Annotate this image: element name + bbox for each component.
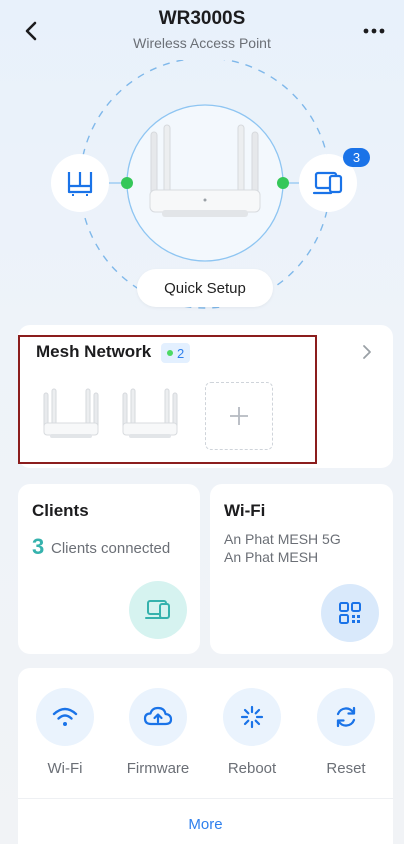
cloud-upload-icon — [143, 706, 173, 726]
more-link[interactable]: More — [18, 816, 393, 833]
tool-reboot[interactable]: Reboot — [212, 688, 292, 777]
divider — [18, 798, 393, 799]
online-dot-icon — [167, 350, 173, 356]
wifi-ssid-5g: An Phat MESH 5G — [224, 531, 341, 547]
page-subtitle: Wireless Access Point — [133, 35, 271, 51]
mesh-network-card[interactable]: Mesh Network 2 — [18, 325, 393, 468]
tool-wifi-label: Wi-Fi — [47, 760, 83, 777]
router-ring — [126, 104, 284, 262]
mesh-network-title: Mesh Network — [36, 342, 152, 361]
mesh-node-router-1[interactable] — [40, 385, 102, 443]
status-dot-left — [121, 177, 133, 189]
clients-connected-label: Clients connected — [51, 540, 171, 557]
quick-setup-button[interactable]: Quick Setup — [137, 269, 273, 307]
clients-title: Clients — [32, 501, 89, 520]
devices-icon — [145, 600, 170, 619]
more-options-icon[interactable] — [362, 20, 386, 40]
quick-tools-card: Wi-Fi Firmware Reboot Reset More — [18, 668, 393, 844]
page-title: WR3000S — [158, 8, 246, 29]
reboot-icon — [240, 705, 264, 729]
reset-icon — [336, 706, 356, 728]
status-dot-right — [277, 177, 289, 189]
clients-card[interactable]: Clients 3 Clients connected — [18, 484, 200, 654]
clients-devices-button[interactable] — [129, 581, 187, 639]
wifi-icon — [52, 707, 78, 726]
connected-devices-badge: 3 — [343, 148, 370, 167]
clients-count: 3 — [32, 534, 45, 559]
qr-code-icon — [339, 602, 361, 624]
header-bar: WR3000S Wireless Access Point — [0, 0, 404, 60]
tool-reset-label: Reset — [326, 760, 366, 777]
wifi-qr-button[interactable] — [321, 584, 379, 642]
tool-wifi[interactable]: Wi-Fi — [25, 688, 105, 777]
add-mesh-node-button[interactable] — [205, 382, 273, 450]
mesh-node-count-badge: 2 — [161, 343, 191, 363]
mesh-node-router-2[interactable] — [119, 385, 181, 443]
tool-firmware[interactable]: Firmware — [118, 688, 198, 777]
tool-firmware-label: Firmware — [126, 760, 190, 777]
wifi-title: Wi-Fi — [224, 501, 266, 520]
modem-node — [51, 154, 109, 212]
chevron-right-icon[interactable] — [361, 343, 373, 361]
tool-reboot-label: Reboot — [227, 760, 277, 777]
wifi-card[interactable]: Wi-Fi An Phat MESH 5G An Phat MESH — [210, 484, 393, 654]
plus-icon — [230, 407, 248, 425]
wifi-ssid-2g: An Phat MESH — [224, 549, 319, 565]
tool-reset[interactable]: Reset — [306, 688, 386, 777]
